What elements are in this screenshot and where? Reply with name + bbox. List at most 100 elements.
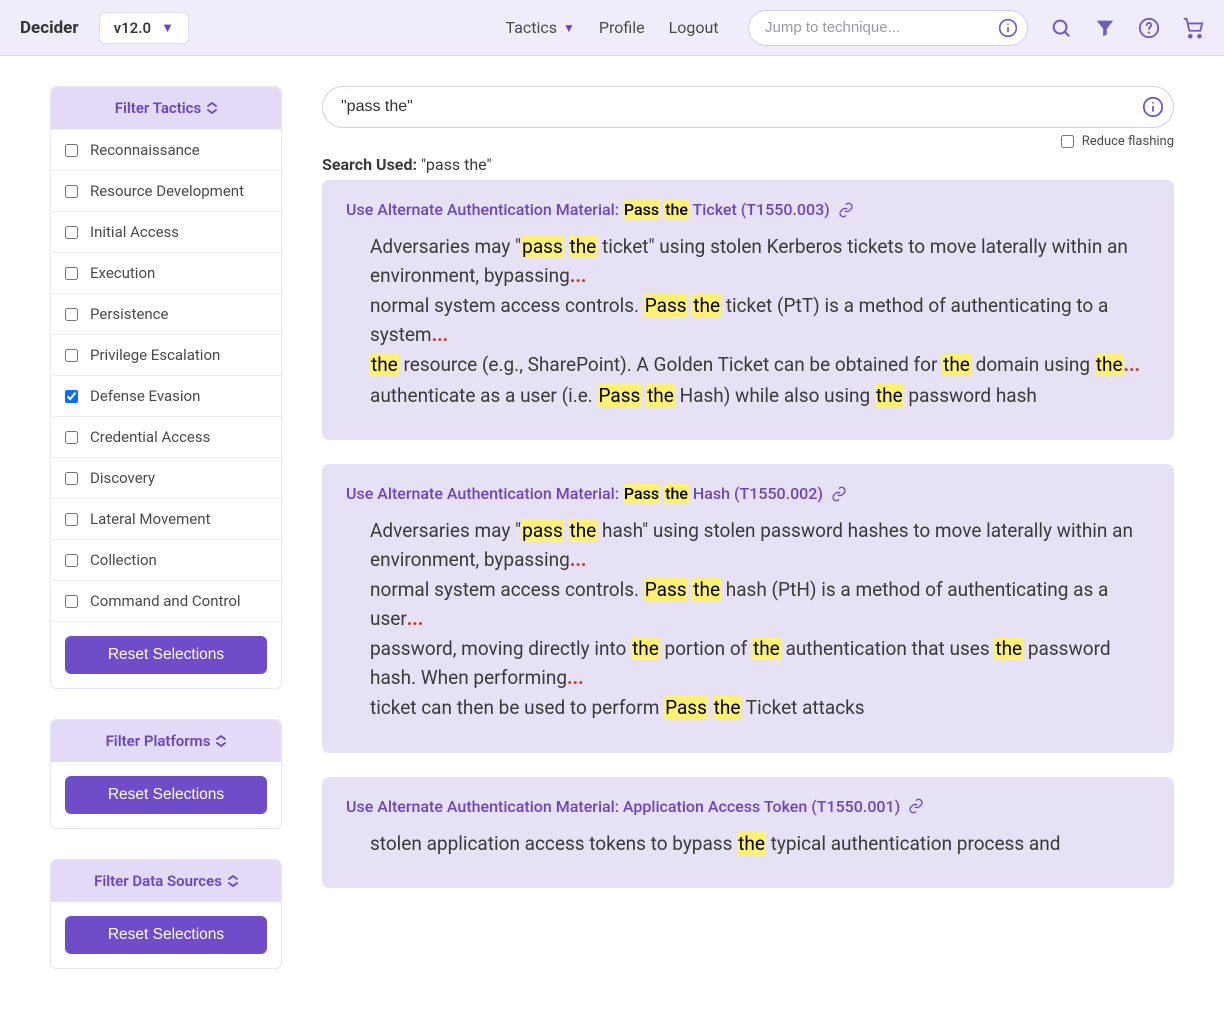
reduce-flashing-label: Reduce flashing (1082, 134, 1174, 149)
logout-link[interactable]: Logout (669, 18, 719, 37)
cart-icon[interactable] (1182, 17, 1204, 39)
nav-center: Tactics ▼ Profile Logout (505, 18, 718, 37)
nav-right (748, 10, 1204, 46)
jump-to-technique-input[interactable] (748, 10, 1028, 46)
filter-panel-header[interactable]: Filter Platforms (51, 720, 281, 762)
filter-option-checkbox[interactable] (65, 390, 78, 403)
result-line: the resource (e.g., SharePoint). A Golde… (370, 351, 1150, 380)
reset-selections-button[interactable]: Reset Selections (65, 916, 267, 954)
version-selector[interactable]: v12.0 ▼ (99, 12, 189, 44)
link-icon[interactable] (838, 202, 854, 218)
filter-option-checkbox[interactable] (65, 308, 78, 321)
filter-option[interactable]: Persistence (51, 293, 281, 334)
filter-option-checkbox[interactable] (65, 185, 78, 198)
reset-selections-button[interactable]: Reset Selections (65, 776, 267, 814)
result-body: Adversaries may "pass the hash" using st… (346, 517, 1150, 723)
link-icon[interactable] (908, 798, 924, 814)
filter-option-checkbox[interactable] (65, 267, 78, 280)
tactics-menu[interactable]: Tactics ▼ (505, 18, 574, 37)
filter-option-label: Persistence (90, 305, 169, 323)
brand-label: Decider (20, 18, 79, 38)
jump-input-wrap (748, 10, 1028, 46)
collapse-icon (207, 102, 217, 114)
filter-option-label: Command and Control (90, 592, 241, 610)
filter-panel: Filter Platforms Reset Selections (50, 719, 282, 829)
collapse-icon (216, 735, 226, 747)
search-icon[interactable] (1050, 17, 1072, 39)
info-icon[interactable] (1142, 96, 1164, 118)
result-body: stolen application access tokens to bypa… (346, 830, 1150, 859)
reduce-flashing-row: Reduce flashing (322, 134, 1174, 149)
filter-option[interactable]: Initial Access (51, 211, 281, 252)
result-title-text: Use Alternate Authentication Material: P… (346, 484, 823, 503)
filter-panel-footer: Reset Selections (51, 622, 281, 688)
result-line: normal system access controls. Pass the … (370, 292, 1150, 349)
result-title[interactable]: Use Alternate Authentication Material: A… (346, 797, 1150, 816)
filter-option-checkbox[interactable] (65, 513, 78, 526)
filter-panel-title: Filter Tactics (115, 99, 201, 117)
profile-link[interactable]: Profile (599, 18, 645, 37)
filter-option[interactable]: Execution (51, 252, 281, 293)
result-card: Use Alternate Authentication Material: A… (322, 777, 1174, 889)
filter-option-label: Privilege Escalation (90, 346, 220, 364)
filter-option-label: Collection (90, 551, 157, 569)
result-line: ticket can then be used to perform Pass … (370, 694, 1150, 723)
filter-panel-header[interactable]: Filter Tactics (51, 87, 281, 129)
filter-option[interactable]: Privilege Escalation (51, 334, 281, 375)
search-input[interactable] (322, 86, 1174, 128)
filter-option-label: Credential Access (90, 428, 210, 446)
result-line: stolen application access tokens to bypa… (370, 830, 1150, 859)
search-used-value: "pass the" (421, 155, 492, 174)
filter-option[interactable]: Reconnaissance (51, 129, 281, 170)
result-card: Use Alternate Authentication Material: P… (322, 464, 1174, 753)
filter-option-checkbox[interactable] (65, 226, 78, 239)
result-title[interactable]: Use Alternate Authentication Material: P… (346, 484, 1150, 503)
top-nav: Decider v12.0 ▼ Tactics ▼ Profile Logout (0, 0, 1224, 56)
result-line: Adversaries may "pass the hash" using st… (370, 517, 1150, 574)
search-used-label: Search Used: (322, 155, 417, 174)
filter-option-checkbox[interactable] (65, 554, 78, 567)
filter-panel-title: Filter Data Sources (94, 872, 222, 890)
filter-panel-footer: Reset Selections (51, 902, 281, 968)
collapse-icon (228, 875, 238, 887)
filter-option-label: Defense Evasion (90, 387, 200, 405)
filter-option-checkbox[interactable] (65, 472, 78, 485)
filter-panel-title: Filter Platforms (106, 732, 211, 750)
result-title-text: Use Alternate Authentication Material: A… (346, 797, 900, 816)
result-title[interactable]: Use Alternate Authentication Material: P… (346, 200, 1150, 219)
result-line: password, moving directly into the porti… (370, 635, 1150, 692)
result-line: authenticate as a user (i.e. Pass the Ha… (370, 382, 1150, 411)
filter-option-checkbox[interactable] (65, 431, 78, 444)
result-line: Adversaries may "pass the ticket" using … (370, 233, 1150, 290)
filter-options-list[interactable]: Reconnaissance Resource Development Initia… (51, 129, 281, 622)
filter-panel-header[interactable]: Filter Data Sources (51, 860, 281, 902)
filter-panel: Filter Data Sources Reset Selections (50, 859, 282, 969)
result-line: normal system access controls. Pass the … (370, 576, 1150, 633)
link-icon[interactable] (831, 486, 847, 502)
reduce-flashing-checkbox[interactable] (1061, 135, 1074, 148)
version-label: v12.0 (114, 19, 152, 37)
filter-option[interactable]: Command and Control (51, 580, 281, 621)
main-content: Reduce flashing Search Used: "pass the" … (322, 86, 1174, 999)
reset-selections-button[interactable]: Reset Selections (65, 636, 267, 674)
filter-option-checkbox[interactable] (65, 349, 78, 362)
filter-option-label: Execution (90, 264, 155, 282)
filter-option[interactable]: Resource Development (51, 170, 281, 211)
filter-option[interactable]: Lateral Movement (51, 498, 281, 539)
filter-option[interactable]: Collection (51, 539, 281, 580)
search-used: Search Used: "pass the" (322, 155, 1174, 174)
filter-option[interactable]: Credential Access (51, 416, 281, 457)
filter-option-label: Initial Access (90, 223, 179, 241)
filter-option[interactable]: Discovery (51, 457, 281, 498)
info-icon[interactable] (998, 18, 1018, 38)
tactics-label: Tactics (505, 18, 557, 37)
filter-option-label: Resource Development (90, 182, 244, 200)
filter-option-checkbox[interactable] (65, 144, 78, 157)
filter-icon[interactable] (1094, 17, 1116, 39)
result-card: Use Alternate Authentication Material: P… (322, 180, 1174, 440)
help-icon[interactable] (1138, 17, 1160, 39)
filter-option[interactable]: Defense Evasion (51, 375, 281, 416)
reduce-flashing-toggle[interactable]: Reduce flashing (1061, 134, 1174, 149)
sidebar: Filter Tactics Reconnaissance Resource Dev… (50, 86, 282, 999)
filter-option-checkbox[interactable] (65, 595, 78, 608)
